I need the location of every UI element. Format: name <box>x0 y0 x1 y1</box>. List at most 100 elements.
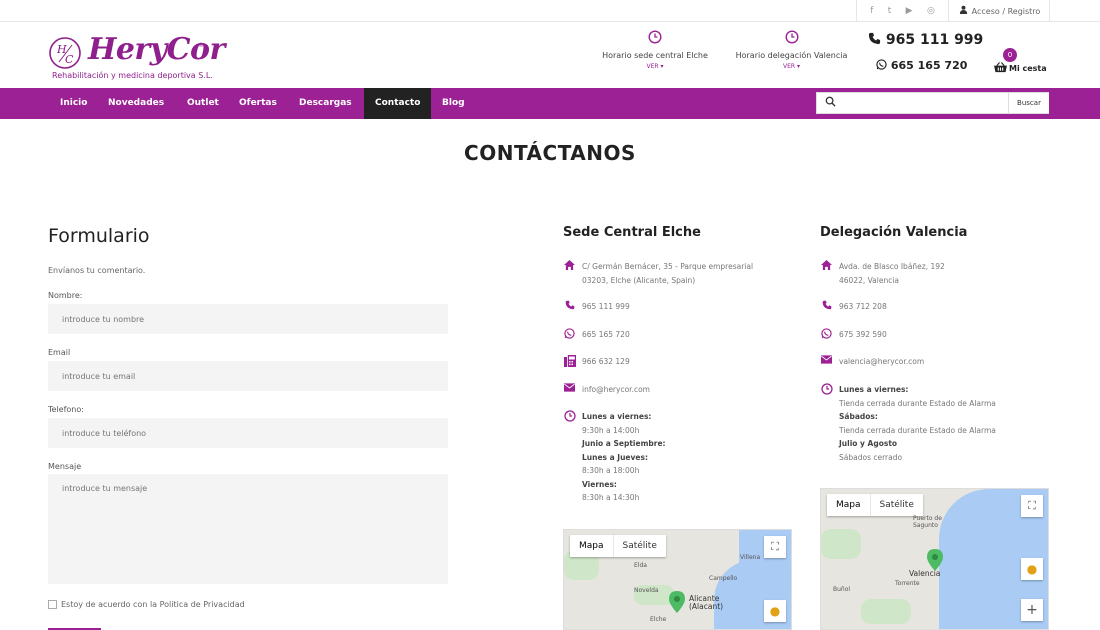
whatsapp-icon <box>820 328 833 342</box>
twitter-icon[interactable]: t <box>888 6 892 16</box>
valencia-hours-line: Sábados: <box>839 412 878 421</box>
home-icon <box>563 260 576 287</box>
elche-email[interactable]: info@herycor.com <box>563 383 650 397</box>
fax-icon <box>563 355 576 370</box>
map-town-label: Buñol <box>833 586 851 593</box>
elche-phone[interactable]: 965 111 999 <box>563 300 630 314</box>
map-town-label: Villena <box>740 554 761 561</box>
mail-icon <box>563 383 576 397</box>
nav-item-outlet[interactable]: Outlet <box>176 88 230 119</box>
clock-icon <box>730 30 853 47</box>
elche-email-address: info@herycor.com <box>582 385 650 394</box>
map-tab-map[interactable]: Mapa <box>570 535 614 557</box>
nav-item-descargas[interactable]: Descargas <box>288 88 363 119</box>
zoom-in-button[interactable]: + <box>1021 599 1043 621</box>
registered-icon: ® <box>198 42 204 49</box>
search-button[interactable]: Buscar <box>1008 93 1049 113</box>
nav-item-inicio[interactable]: Inicio <box>49 88 98 119</box>
privacy-checkbox[interactable] <box>48 600 57 609</box>
hours-elche-toggle[interactable]: VER ▾ <box>598 63 712 70</box>
valencia-whatsapp-number: 675 392 590 <box>839 330 887 339</box>
clock-icon <box>598 30 712 47</box>
hours-valencia[interactable]: Horario delegación Valencia VER ▾ <box>730 30 853 70</box>
message-label: Mensaje <box>48 462 82 471</box>
search-input[interactable] <box>841 95 1001 111</box>
map-type-tabs: Mapa Satélite <box>570 535 666 557</box>
valencia-hours-line: Julio y Agosto <box>839 439 898 448</box>
map-pin-icon[interactable] <box>927 549 943 571</box>
cart-count-badge: 0 <box>1003 48 1017 62</box>
nav-item-blog[interactable]: Blog <box>431 88 476 119</box>
logo-tagline: Rehabilitación y medicina deportiva S.L. <box>52 71 213 80</box>
privacy-consent[interactable]: Estoy de acuerdo con la Politica de Priv… <box>48 600 245 609</box>
form-intro: Envíanos tu comentario. <box>48 266 146 275</box>
cart-label: Mi cesta <box>1009 64 1047 73</box>
facebook-icon[interactable]: f <box>870 6 873 16</box>
valencia-map[interactable]: Mapa Satélite ⛶ Puerto de Sagunto Buñol … <box>820 488 1049 630</box>
clock-icon <box>563 410 576 505</box>
valencia-email[interactable]: valencia@herycor.com <box>820 355 924 369</box>
elche-phone-number: 965 111 999 <box>582 302 630 311</box>
instagram-icon[interactable]: ◎ <box>927 6 935 16</box>
valencia-address-line2: 46022, Valencia <box>839 275 900 285</box>
login-link[interactable]: Acceso / Registro <box>950 0 1050 22</box>
phone-field[interactable] <box>48 418 448 448</box>
header-whatsapp[interactable]: 665 165 720 <box>876 59 967 72</box>
email-label: Email <box>48 348 71 357</box>
header-phone-number: 965 111 999 <box>885 32 984 48</box>
elche-whatsapp[interactable]: 665 165 720 <box>563 328 630 342</box>
map-pin-icon[interactable] <box>669 591 685 613</box>
elche-address-line2: 03203, Elche (Alicante, Spain) <box>582 275 696 285</box>
hours-elche-label: Horario sede central Elche <box>602 51 708 60</box>
elche-hours-line: Viernes: <box>582 479 617 489</box>
phone-icon <box>868 32 886 48</box>
elche-whatsapp-number: 665 165 720 <box>582 330 630 339</box>
valencia-title: Delegación Valencia <box>820 225 968 240</box>
map-tab-satellite[interactable]: Satélite <box>614 535 666 557</box>
hours-valencia-toggle[interactable]: VER ▾ <box>730 63 853 70</box>
email-field[interactable] <box>48 361 448 391</box>
whatsapp-icon <box>563 328 576 342</box>
fullscreen-icon[interactable]: ⛶ <box>764 536 786 558</box>
elche-map[interactable]: Mapa Satélite ⛶ Villena Elda Campello No… <box>563 529 792 630</box>
valencia-address: Avda. de Blasco Ibáñez, 192 46022, Valenc… <box>820 260 945 287</box>
elche-hours-line: Lunes a viernes: <box>582 412 652 421</box>
logo-name: HeryCor <box>88 32 225 67</box>
valencia-whatsapp[interactable]: 675 392 590 <box>820 328 887 342</box>
map-town-label: Elche <box>650 616 667 623</box>
elche-hours-line: Junio a Septiembre: <box>582 439 666 448</box>
map-tab-map[interactable]: Mapa <box>827 494 871 516</box>
elche-address-line1: C/ Germán Bernácer, 35 - Parque empresar… <box>582 262 754 271</box>
elche-hours: Lunes a viernes: 9:30h a 14:00h Junio a … <box>563 410 666 505</box>
logo[interactable]: H C HeryCor ® Rehabilitación y medicina … <box>48 30 225 86</box>
search-bar: Buscar <box>816 92 1049 114</box>
cart-button[interactable]: 0 Mi cesta <box>994 48 1054 74</box>
social-links: f t ▶ ◎ <box>856 0 949 22</box>
message-field[interactable] <box>48 474 448 584</box>
nav-item-ofertas[interactable]: Ofertas <box>228 88 288 119</box>
site-header: H C HeryCor ® Rehabilitación y medicina … <box>0 22 1100 88</box>
youtube-icon[interactable]: ▶ <box>906 6 913 16</box>
nav-item-contacto[interactable]: Contacto <box>364 88 432 119</box>
valencia-hours-line: Sábados cerrado <box>839 452 903 462</box>
street-view-icon[interactable]: ● <box>764 600 786 622</box>
login-label: Acceso / Registro <box>971 6 1041 16</box>
map-tab-satellite[interactable]: Satélite <box>871 494 923 516</box>
nav-item-novedades[interactable]: Novedades <box>97 88 175 119</box>
map-park <box>861 599 911 624</box>
phone-icon <box>563 300 576 314</box>
main-nav: Inicio Novedades Outlet Ofertas Descarga… <box>0 88 1100 119</box>
street-view-icon[interactable]: ● <box>1021 558 1043 580</box>
valencia-hours-line: Tienda cerrada durante Estado de Alarma <box>839 398 996 408</box>
phone-label: Telefono: <box>48 405 84 414</box>
search-icon <box>825 96 836 110</box>
valencia-hours-line: Tienda cerrada durante Estado de Alarma <box>839 425 996 435</box>
valencia-phone[interactable]: 963 712 208 <box>820 300 887 314</box>
fullscreen-icon[interactable]: ⛶ <box>1021 495 1043 517</box>
svg-text:C: C <box>65 53 74 66</box>
hours-elche[interactable]: Horario sede central Elche VER ▾ <box>598 30 712 70</box>
name-field[interactable] <box>48 304 448 334</box>
header-phone[interactable]: 965 111 999 <box>868 32 983 48</box>
clock-icon <box>820 383 833 464</box>
whatsapp-icon <box>876 59 891 72</box>
